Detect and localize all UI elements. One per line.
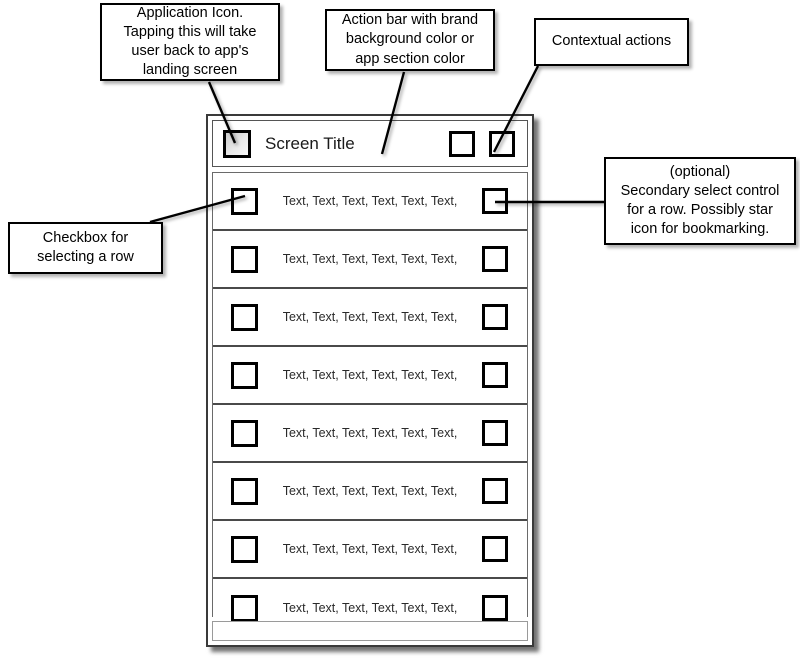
row-select-checkbox[interactable] bbox=[231, 187, 258, 215]
callout-line: (optional) bbox=[669, 163, 731, 180]
row-label: Text, Text, Text, Text, Text, Text, bbox=[282, 252, 458, 266]
row-secondary-select-control[interactable] bbox=[482, 420, 508, 446]
list-area[interactable]: Text, Text, Text, Text, Text, Text, Text… bbox=[212, 172, 528, 637]
row-label: Text, Text, Text, Text, Text, Text, bbox=[282, 368, 458, 382]
row-select-checkbox[interactable] bbox=[231, 245, 258, 273]
callout-application-icon: Application Icon. Tapping this will take… bbox=[100, 3, 280, 81]
callout-line: landing screen bbox=[142, 62, 238, 79]
row-select-checkbox[interactable] bbox=[231, 594, 258, 622]
row-select-checkbox[interactable] bbox=[231, 535, 258, 563]
row-secondary-select-control[interactable] bbox=[482, 595, 508, 621]
table-row[interactable]: Text, Text, Text, Text, Text, Text, bbox=[213, 289, 527, 347]
row-label: Text, Text, Text, Text, Text, Text, bbox=[282, 426, 458, 440]
action-bar: Screen Title bbox=[212, 120, 528, 167]
row-label: Text, Text, Text, Text, Text, Text, bbox=[282, 194, 458, 208]
callout-line: Action bar with brand bbox=[341, 12, 479, 29]
row-secondary-select-control[interactable] bbox=[482, 536, 508, 562]
table-row[interactable]: Text, Text, Text, Text, Text, Text, bbox=[213, 347, 527, 405]
row-secondary-select-control[interactable] bbox=[482, 304, 508, 330]
row-secondary-select-control[interactable] bbox=[482, 478, 508, 504]
row-label: Text, Text, Text, Text, Text, Text, bbox=[282, 542, 458, 556]
callout-line: user back to app's bbox=[131, 43, 249, 59]
callout-line: Application Icon. bbox=[136, 4, 244, 21]
row-label: Text, Text, Text, Text, Text, Text, bbox=[282, 310, 458, 324]
row-select-checkbox[interactable] bbox=[231, 361, 258, 389]
row-select-checkbox[interactable] bbox=[231, 477, 258, 505]
callout-row-checkbox: Checkbox for selecting a row bbox=[8, 222, 163, 274]
table-row[interactable]: Text, Text, Text, Text, Text, Text, bbox=[213, 173, 527, 231]
table-row[interactable]: Text, Text, Text, Text, Text, Text, bbox=[213, 463, 527, 521]
callout-line: Secondary select control bbox=[620, 182, 780, 199]
screen-title: Screen Title bbox=[265, 133, 355, 153]
contextual-action-2-button[interactable] bbox=[489, 130, 515, 157]
callout-line: icon for bookmarking. bbox=[630, 221, 770, 238]
row-select-checkbox[interactable] bbox=[231, 419, 258, 447]
table-row[interactable]: Text, Text, Text, Text, Text, Text, bbox=[213, 231, 527, 289]
row-secondary-select-control[interactable] bbox=[482, 246, 508, 272]
row-select-checkbox[interactable] bbox=[231, 303, 258, 331]
device-footer-strip bbox=[212, 621, 528, 641]
row-label: Text, Text, Text, Text, Text, Text, bbox=[282, 601, 458, 615]
contextual-action-1-button[interactable] bbox=[449, 130, 475, 157]
callout-line: background color or bbox=[345, 31, 475, 48]
row-label: Text, Text, Text, Text, Text, Text, bbox=[282, 484, 458, 498]
table-row[interactable]: Text, Text, Text, Text, Text, Text, bbox=[213, 405, 527, 463]
callout-action-bar: Action bar with brand background color o… bbox=[325, 9, 495, 71]
callout-line: Checkbox for bbox=[42, 229, 129, 246]
row-secondary-select-control[interactable] bbox=[482, 188, 508, 214]
table-row[interactable]: Text, Text, Text, Text, Text, Text, bbox=[213, 521, 527, 579]
device-mockup: Screen Title Text, Text, Text, Text, Tex… bbox=[206, 114, 534, 647]
row-secondary-select-control[interactable] bbox=[482, 362, 508, 388]
app-launcher-icon[interactable] bbox=[223, 129, 251, 158]
callout-line: for a row. Possibly star bbox=[627, 202, 773, 218]
callout-secondary-select: (optional) Secondary select control for … bbox=[604, 157, 796, 245]
callout-line: app section color bbox=[355, 50, 465, 67]
callout-line: Contextual actions bbox=[551, 33, 672, 50]
callout-contextual-actions: Contextual actions bbox=[534, 18, 689, 66]
callout-line: selecting a row bbox=[37, 249, 134, 265]
callout-line: Tapping this will take bbox=[123, 23, 257, 40]
